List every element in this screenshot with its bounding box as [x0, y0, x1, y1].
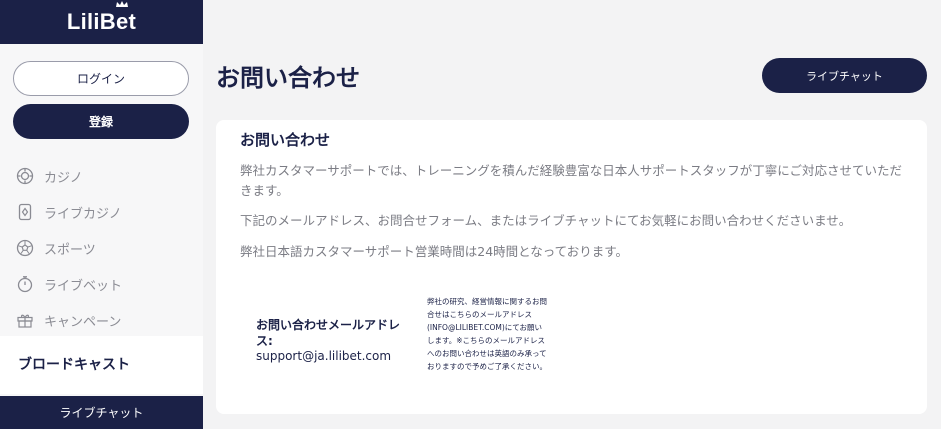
business-inquiry-note: 弊社の研究、経営情報に関するお問合せはこちらのメールアドレス(INFO@LILI… — [427, 297, 547, 371]
support-email-link[interactable]: support@ja.lilibet.com — [256, 349, 391, 363]
sidebar-item-label: スポーツ — [44, 242, 96, 258]
live-chat-button-label: ライブチャット — [806, 69, 883, 83]
chip-icon — [15, 166, 35, 186]
live-chat-button[interactable]: ライブチャット — [762, 58, 927, 93]
login-button-label: ログイン — [76, 72, 125, 86]
contact-methods-text: 下記のメールアドレス、お問合せフォーム、またはライブチャットにてお気軽にお問い合… — [240, 213, 852, 228]
card-icon — [15, 202, 35, 222]
sidebar-item-label: ライブカジノ — [44, 206, 122, 222]
stopwatch-icon — [15, 274, 35, 294]
sidebar-nav: カジノ ライブカジノ スポーツ ライブベット キャンペーン — [0, 158, 203, 338]
sidebar-item-casino[interactable]: カジノ — [0, 158, 203, 194]
sidebar-item-live-casino[interactable]: ライブカジノ — [0, 194, 203, 230]
card-title: お問い合わせ — [240, 131, 331, 149]
broadcast-section[interactable]: ブロードキャスト — [0, 336, 203, 394]
login-button[interactable]: ログイン — [13, 61, 189, 96]
gift-icon — [15, 310, 35, 330]
sidebar: LiliBet ログイン 登録 カジノ ライブカジノ スポーツ ライブベット キ… — [0, 0, 203, 429]
support-intro-text: 弊社カスタマーサポートでは、トレーニングを積んだ経験豊富な日本人サポートスタッフ… — [240, 163, 903, 198]
email-label: お問い合わせメールアドレス: — [256, 318, 401, 348]
lilibet-logo[interactable]: LiliBet — [66, 1, 137, 35]
sidebar-item-live-bet[interactable]: ライブベット — [0, 266, 203, 302]
logo-bar: LiliBet — [0, 0, 203, 44]
sidebar-item-label: キャンペーン — [44, 314, 122, 330]
sidebar-item-sports[interactable]: スポーツ — [0, 230, 203, 266]
sidebar-item-label: ライブベット — [44, 278, 123, 294]
page-title: お問い合わせ — [216, 64, 360, 92]
register-button-label: 登録 — [88, 115, 113, 129]
sidebar-item-label: カジノ — [44, 170, 83, 186]
sidebar-live-chat-button[interactable]: ライブチャット — [0, 396, 203, 429]
contact-card: お問い合わせ 弊社カスタマーサポートでは、トレーニングを積んだ経験豊富な日本人サ… — [216, 120, 927, 414]
support-hours-text: 弊社日本語カスタマーサポート営業時間は24時間となっております。 — [240, 244, 629, 259]
sidebar-live-chat-label: ライブチャット — [59, 406, 144, 420]
broadcast-label: ブロードキャスト — [18, 357, 130, 373]
register-button[interactable]: 登録 — [13, 104, 189, 139]
sidebar-item-campaign[interactable]: キャンペーン — [0, 302, 203, 338]
soccer-ball-icon — [15, 238, 35, 258]
logo-text: LiliBet — [66, 9, 137, 34]
crown-icon — [115, 1, 128, 7]
